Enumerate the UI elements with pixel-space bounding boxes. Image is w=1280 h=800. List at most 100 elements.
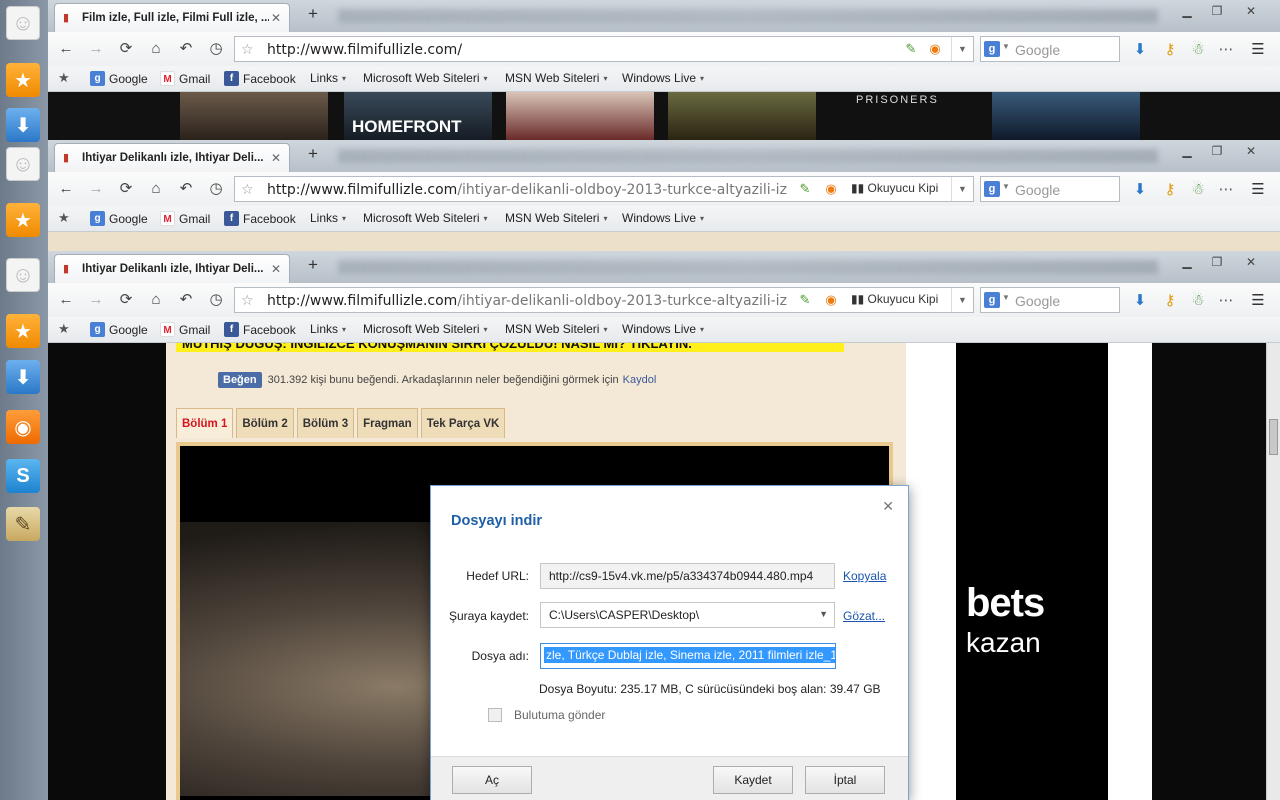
undo-icon[interactable]: ↶ xyxy=(176,39,196,59)
history-icon[interactable]: ◷ xyxy=(206,179,226,199)
smile-icon[interactable]: ☺ xyxy=(6,147,40,181)
bookmark-links[interactable]: Links ▾ xyxy=(310,211,346,225)
star-icon[interactable]: ★ xyxy=(6,63,40,97)
tab-bolum-1[interactable]: Bölüm 1 xyxy=(176,408,234,438)
close-window-icon[interactable]: ✕ xyxy=(1236,2,1266,20)
bookmarks-star-icon[interactable]: ★ xyxy=(58,210,70,226)
bookmark-facebook[interactable]: f Facebook xyxy=(224,211,296,226)
ad-banner[interactable]: bets kazan xyxy=(956,343,1108,800)
restore-icon[interactable]: ❐ xyxy=(1202,142,1232,160)
bookmark-gmail[interactable]: M Gmail xyxy=(160,211,210,226)
minimize-icon[interactable]: ▁ xyxy=(1172,253,1202,271)
bookmark-windows-live[interactable]: Windows Live ▾ xyxy=(622,211,704,225)
reload-icon[interactable]: ⟳ xyxy=(116,179,136,199)
tab-tek-parca[interactable]: Tek Parça VK xyxy=(420,408,506,438)
bookmark-gmail[interactable]: M Gmail xyxy=(160,71,210,86)
menu-icon[interactable]: ☰ xyxy=(1248,180,1268,200)
bookmarks-star-icon[interactable]: ★ xyxy=(58,321,70,337)
tab-close-icon[interactable]: ✕ xyxy=(269,151,283,165)
close-window-icon[interactable]: ✕ xyxy=(1236,142,1266,160)
save-to-select[interactable]: C:\Users\CASPER\Desktop\ ▼ xyxy=(540,602,835,628)
addon-pin-icon[interactable]: ✎ xyxy=(795,291,815,309)
tab-bolum-2[interactable]: Bölüm 2 xyxy=(236,408,294,438)
browser-tab[interactable]: ▮ İhtiyar Delikanlı izle, İhtiyar Deli..… xyxy=(54,143,290,172)
address-bar[interactable]: ☆ http://www.filmifullizle.com/ihtiyar-d… xyxy=(234,176,974,202)
bookmark-msn[interactable]: MSN Web Siteleri ▾ xyxy=(505,211,608,225)
url-dropdown-icon[interactable]: ▼ xyxy=(951,37,973,61)
new-tab-button[interactable]: + xyxy=(304,5,322,23)
menu-icon[interactable]: ☰ xyxy=(1248,40,1268,60)
address-bar[interactable]: ☆ http://www.filmifullizle.com/ihtiyar-d… xyxy=(234,287,974,313)
poster[interactable] xyxy=(992,92,1140,140)
bookmark-google[interactable]: g Google xyxy=(90,71,148,86)
url-dropdown-icon[interactable]: ▼ xyxy=(951,177,973,201)
bookmark-windows-live[interactable]: Windows Live ▾ xyxy=(622,322,704,336)
forward-icon[interactable]: → xyxy=(86,179,106,199)
tab-close-icon[interactable]: ✕ xyxy=(269,11,283,25)
open-button[interactable]: Aç xyxy=(452,766,532,794)
send-to-cloud[interactable]: Bulutuma gönder xyxy=(488,708,605,722)
poster[interactable] xyxy=(506,92,654,140)
back-icon[interactable]: ← xyxy=(56,290,76,310)
key-icon[interactable]: ⚷ xyxy=(1160,40,1180,60)
search-box[interactable]: g ▼ Google xyxy=(980,176,1120,202)
bookmark-google[interactable]: g Google xyxy=(90,211,148,226)
reload-icon[interactable]: ⟳ xyxy=(116,290,136,310)
poster[interactable] xyxy=(668,92,816,140)
key-icon[interactable]: ⚷ xyxy=(1160,180,1180,200)
user-icon[interactable]: ☃ xyxy=(1188,291,1208,311)
bookmark-msn[interactable]: MSN Web Siteleri ▾ xyxy=(505,71,608,85)
more-icon[interactable]: ⋯ xyxy=(1216,180,1236,200)
bookmark-windows-live[interactable]: Windows Live ▾ xyxy=(622,71,704,85)
smile-icon[interactable]: ☺ xyxy=(6,6,40,40)
tab-close-icon[interactable]: ✕ xyxy=(269,262,283,276)
skype-icon[interactable]: S xyxy=(6,459,40,493)
back-icon[interactable]: ← xyxy=(56,39,76,59)
restore-icon[interactable]: ❐ xyxy=(1202,2,1232,20)
reload-icon[interactable]: ⟳ xyxy=(116,39,136,59)
bookmark-star-icon[interactable]: ☆ xyxy=(241,181,254,198)
poster[interactable]: HOMEFRONT xyxy=(344,92,492,140)
bookmark-facebook[interactable]: f Facebook xyxy=(224,71,296,86)
back-icon[interactable]: ← xyxy=(56,179,76,199)
new-tab-button[interactable]: + xyxy=(304,256,322,274)
star-icon[interactable]: ★ xyxy=(6,314,40,348)
restore-icon[interactable]: ❐ xyxy=(1202,253,1232,271)
browse-link[interactable]: Gözat... xyxy=(843,609,885,623)
facebook-signup-link[interactable]: Kaydol xyxy=(623,374,657,386)
chevron-down-icon[interactable]: ▼ xyxy=(819,609,828,619)
cloud-checkbox[interactable] xyxy=(488,708,502,722)
rss-feed-icon[interactable]: ◉ xyxy=(821,291,841,309)
reader-mode-button[interactable]: ▮▮ Okuyucu Kipi xyxy=(851,292,938,306)
facebook-like-button[interactable]: Beğen xyxy=(218,372,262,388)
rss-feed-icon[interactable]: ◉ xyxy=(821,180,841,198)
home-icon[interactable]: ⌂ xyxy=(146,179,166,199)
user-icon[interactable]: ☃ xyxy=(1188,180,1208,200)
downloads-icon[interactable]: ⬇ xyxy=(1130,291,1150,311)
search-box[interactable]: g ▼ Google xyxy=(980,36,1120,62)
forward-icon[interactable]: → xyxy=(86,39,106,59)
target-url-field[interactable]: http://cs9-15v4.vk.me/p5/a334374b0944.48… xyxy=(540,563,835,589)
save-button[interactable]: Kaydet xyxy=(713,766,793,794)
close-window-icon[interactable]: ✕ xyxy=(1236,253,1266,271)
star-icon[interactable]: ★ xyxy=(6,203,40,237)
bookmark-google[interactable]: g Google xyxy=(90,322,148,337)
undo-icon[interactable]: ↶ xyxy=(176,290,196,310)
cancel-button[interactable]: İptal xyxy=(805,766,885,794)
bookmark-microsoft[interactable]: Microsoft Web Siteleri ▾ xyxy=(363,211,488,225)
download-icon[interactable]: ⬇ xyxy=(6,360,40,394)
bookmark-microsoft[interactable]: Microsoft Web Siteleri ▾ xyxy=(363,71,488,85)
bookmark-star-icon[interactable]: ☆ xyxy=(241,41,254,58)
bookmark-microsoft[interactable]: Microsoft Web Siteleri ▾ xyxy=(363,322,488,336)
rss-feed-icon[interactable]: ◉ xyxy=(925,40,945,58)
bookmark-gmail[interactable]: M Gmail xyxy=(160,322,210,337)
browser-tab[interactable]: ▮ Film izle, Full izle, Filmi Full izle,… xyxy=(54,3,290,32)
home-icon[interactable]: ⌂ xyxy=(146,39,166,59)
poster[interactable] xyxy=(180,92,328,140)
key-icon[interactable]: ⚷ xyxy=(1160,291,1180,311)
url-dropdown-icon[interactable]: ▼ xyxy=(951,288,973,312)
notes-icon[interactable]: ✎ xyxy=(6,507,40,541)
search-engine-dropdown-icon[interactable]: ▼ xyxy=(1002,182,1010,191)
home-icon[interactable]: ⌂ xyxy=(146,290,166,310)
download-icon[interactable]: ⬇ xyxy=(6,108,40,142)
